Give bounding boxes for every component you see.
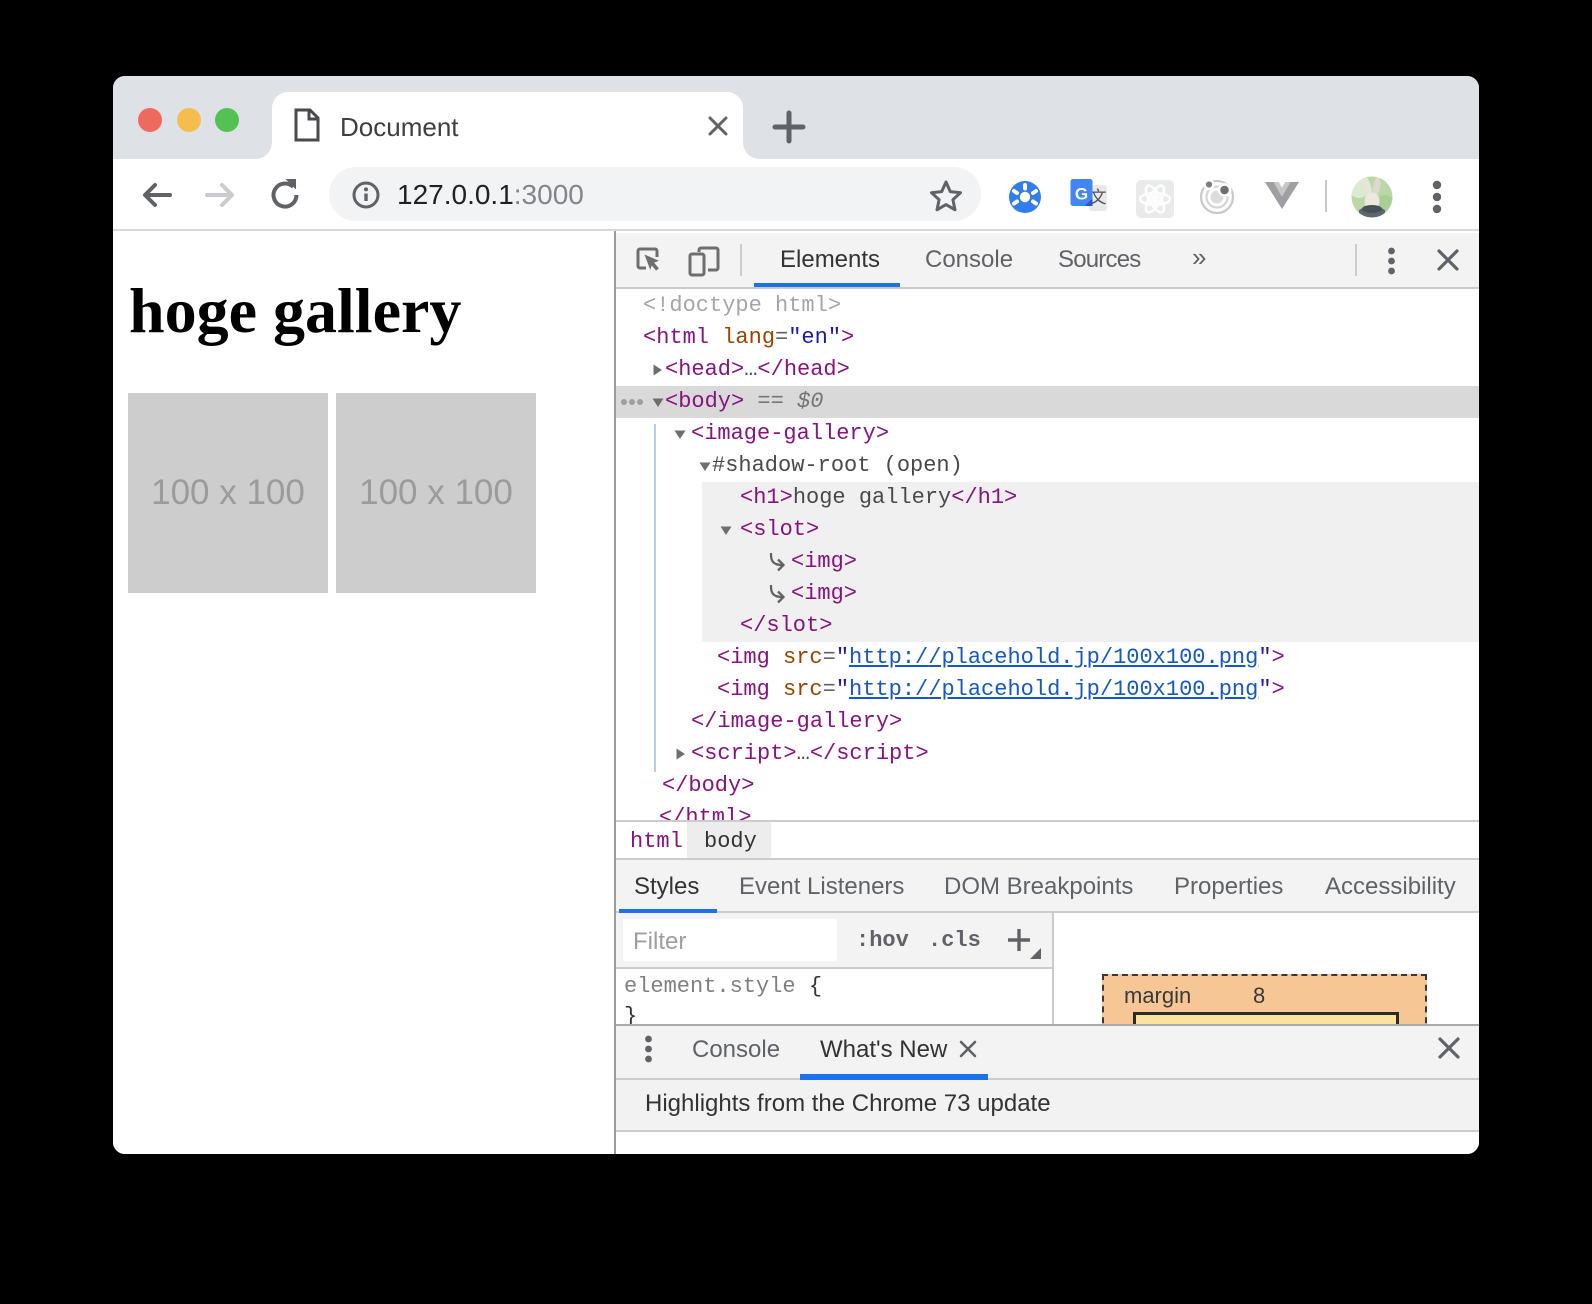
svg-text:G: G — [1075, 185, 1088, 204]
